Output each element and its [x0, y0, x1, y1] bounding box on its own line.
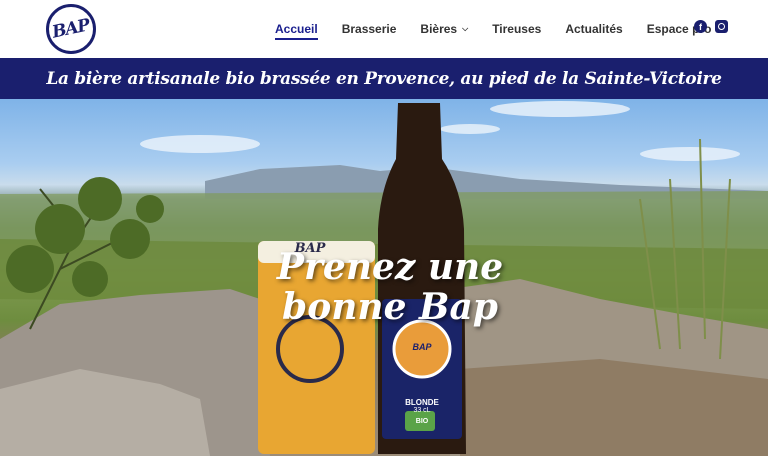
nav-item-accueil[interactable]: Accueil	[275, 0, 318, 58]
nav-item-actualites[interactable]: Actualités	[565, 0, 622, 58]
nav-label: Brasserie	[341, 22, 397, 36]
nav-label: Accueil	[275, 22, 318, 36]
nav-label: Bières	[420, 22, 458, 36]
bottle-label-bio: BIO	[415, 418, 429, 425]
bottle-label-volume: 33 cL	[413, 407, 431, 414]
bottle-label-logo: BAP	[412, 342, 432, 352]
bottle-label-style: BLONDE	[405, 398, 439, 407]
social-links: f	[694, 20, 728, 33]
tagline-text: La bière artisanale bio brassée en Prove…	[46, 68, 722, 89]
headline-line-2: bonne Bap	[282, 286, 498, 328]
instagram-icon[interactable]	[715, 20, 728, 33]
main-nav: Accueil Brasserie Bières ⌵ Tireuses Actu…	[275, 0, 735, 58]
headline-line-1: Prenez une	[276, 246, 504, 288]
tagline-banner: La bière artisanale bio brassée en Prove…	[0, 58, 768, 99]
nav-label: Actualités	[565, 22, 623, 36]
site-header: BAP Accueil Brasserie Bières ⌵ Tireuses …	[0, 0, 768, 58]
chevron-down-icon: ⌵	[462, 24, 469, 33]
hero-headline: Prenez une bonne Bap	[240, 247, 540, 327]
logo-text: BAP	[50, 15, 92, 43]
hero-section: BAP BLONDE 33 cL BIO BAP Prenez une bonn…	[0, 99, 768, 456]
bap-logo[interactable]: BAP	[46, 4, 96, 54]
nav-item-brasserie[interactable]: Brasserie	[342, 0, 397, 58]
nav-label: Tireuses	[492, 22, 542, 36]
nav-item-bieres[interactable]: Bières ⌵	[420, 0, 468, 58]
nav-item-tireuses[interactable]: Tireuses	[492, 0, 541, 58]
bottle-label: BAP BLONDE 33 cL BIO	[382, 342, 462, 425]
facebook-icon[interactable]: f	[694, 20, 707, 33]
